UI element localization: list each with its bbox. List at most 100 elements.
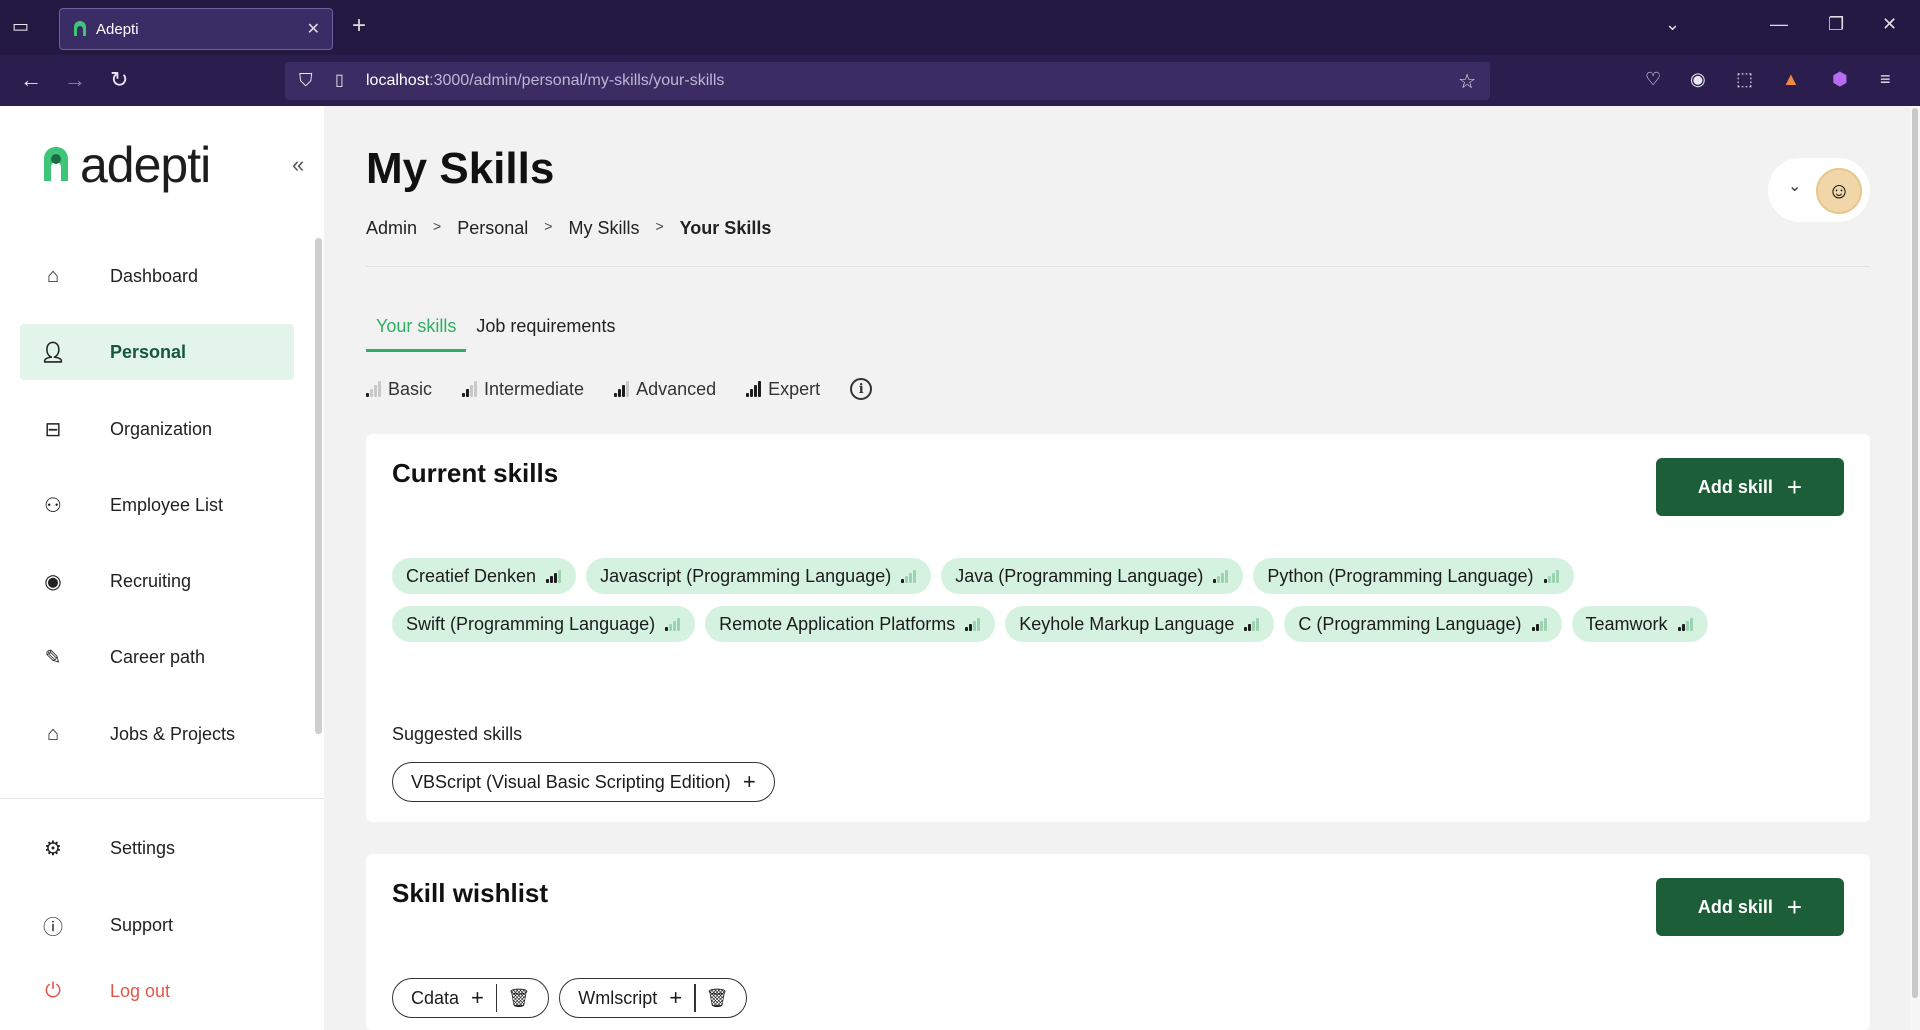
plus-icon: + xyxy=(1786,891,1803,922)
skill-chip[interactable]: Teamwork xyxy=(1571,606,1708,642)
suggested-skill-chip[interactable]: VBScript (Visual Basic Scripting Edition… xyxy=(392,762,775,802)
level-bar xyxy=(754,385,758,397)
level-bar xyxy=(1256,617,1260,631)
level-bar xyxy=(558,569,562,583)
sidebar-item-logout[interactable]: ⏻ Log out xyxy=(20,963,294,1019)
level-bar xyxy=(1221,572,1225,583)
sidebar-item-label: Dashboard xyxy=(110,265,199,286)
page-scrollbar-thumb[interactable] xyxy=(1912,108,1918,998)
account-icon[interactable]: ◉ xyxy=(1690,69,1706,90)
sidebar-item-dashboard[interactable]: ⌂ Dashboard xyxy=(20,248,294,304)
users-icon: ⚇ xyxy=(44,494,62,517)
level-bar xyxy=(1543,578,1547,583)
collapse-sidebar-icon[interactable]: « xyxy=(292,152,304,178)
plus-icon[interactable]: + xyxy=(471,985,484,1011)
sidebar-item-personal[interactable]: 👤︎ Personal xyxy=(20,324,294,380)
menu-icon[interactable]: ≡ xyxy=(1880,69,1891,90)
level-advanced: Advanced xyxy=(614,379,716,400)
extensions-icon[interactable]: ⬚ xyxy=(1736,69,1753,90)
page-icon: ▯ xyxy=(335,72,344,89)
sidebar-item-recruiting[interactable]: ◉ Recruiting xyxy=(20,553,294,609)
skill-chip[interactable]: C (Programming Language) xyxy=(1284,606,1562,642)
level-bar xyxy=(546,578,550,583)
sidebar-item-career-path[interactable]: ✎ Career path xyxy=(20,629,294,685)
back-icon[interactable]: ← xyxy=(20,67,42,93)
sidebar-scrollbar[interactable] xyxy=(315,238,322,734)
page-scrollbar[interactable] xyxy=(1910,106,1920,1030)
add-skill-button[interactable]: Add skill + xyxy=(1656,458,1844,516)
url-bar[interactable]: ⛉ ▯ localhost:3000/admin/personal/my-ski… xyxy=(285,62,1490,100)
forward-icon[interactable]: → xyxy=(64,67,86,93)
trash-icon[interactable]: 🗑︎ xyxy=(507,988,530,1009)
suggested-skill-label: VBScript (Visual Basic Scripting Edition… xyxy=(411,771,731,792)
adepti-favicon-icon xyxy=(74,21,86,36)
skill-chip[interactable]: Remote Application Platforms xyxy=(705,606,996,642)
minimize-icon[interactable]: — xyxy=(1770,14,1788,35)
plus-icon[interactable]: + xyxy=(743,769,756,795)
breadcrumb-my-skills[interactable]: My Skills xyxy=(568,218,639,239)
skill-chip[interactable]: Creatief Denken xyxy=(392,558,577,594)
level-bar xyxy=(913,569,917,583)
new-tab-icon[interactable]: + xyxy=(352,12,366,40)
adepti-logo-icon xyxy=(44,147,68,181)
restore-icon[interactable]: ❐ xyxy=(1828,14,1844,35)
level-bar xyxy=(746,393,750,397)
level-bar xyxy=(1225,569,1229,583)
sidebar-item-jobs-projects[interactable]: ⌂ Jobs & Projects xyxy=(20,706,294,762)
level-bar xyxy=(374,385,377,397)
level-bar xyxy=(466,389,470,397)
plus-icon[interactable]: + xyxy=(669,985,682,1011)
level-bar xyxy=(1248,623,1252,631)
level-bar xyxy=(1535,623,1539,631)
close-tab-icon[interactable]: ✕ xyxy=(307,19,320,39)
tab-list-icon[interactable]: ▭ xyxy=(12,16,38,40)
sidebar-item-employee-list[interactable]: ⚇ Employee List xyxy=(20,477,294,533)
level-bar xyxy=(1213,578,1217,583)
sidebar-item-label: Log out xyxy=(110,980,171,1001)
skill-chip[interactable]: Keyhole Markup Language xyxy=(1005,606,1275,642)
tab-your-skills[interactable]: Your skills xyxy=(366,306,467,352)
extension-hex-icon[interactable]: ⬢ xyxy=(1832,69,1848,90)
level-bars-icon xyxy=(965,617,981,631)
level-bar xyxy=(669,623,673,631)
shield-icon[interactable]: ⛉ xyxy=(299,70,313,91)
tab-overflow-icon[interactable]: ⌄ xyxy=(1665,14,1680,35)
reload-icon[interactable]: ↻ xyxy=(110,67,128,93)
breadcrumb-personal[interactable]: Personal xyxy=(457,218,528,239)
main-content: My Skills Admin > Personal > My Skills >… xyxy=(324,106,1910,1030)
tab-job-requirements[interactable]: Job requirements xyxy=(466,306,625,352)
wishlist-skill-chip[interactable]: Cdata + 🗑︎ xyxy=(392,978,550,1018)
sidebar-item-support[interactable]: ⓘ Support xyxy=(20,897,294,953)
breadcrumb-admin[interactable]: Admin xyxy=(366,218,417,239)
close-window-icon[interactable]: ✕ xyxy=(1882,14,1897,35)
pocket-icon[interactable]: ♡ xyxy=(1645,69,1661,90)
trash-icon[interactable]: 🗑︎ xyxy=(706,988,729,1009)
url-text: localhost:3000/admin/personal/my-skills/… xyxy=(366,72,725,89)
skill-chip-label: Python (Programming Language) xyxy=(1267,565,1534,586)
skill-chip[interactable]: Python (Programming Language) xyxy=(1253,558,1574,594)
extension-fox-icon[interactable]: ▲ xyxy=(1782,69,1800,90)
level-bars-icon xyxy=(462,381,478,397)
level-legend: Basic Intermediate Advanced Expert i xyxy=(366,378,873,400)
chevron-down-icon[interactable]: ⌄ xyxy=(1788,176,1801,196)
user-menu[interactable]: ⌄ ☺ xyxy=(1768,158,1870,222)
wishlist-skill-chip[interactable]: Wmlscript + 🗑︎ xyxy=(559,978,748,1018)
browser-tab[interactable]: Adepti ✕ xyxy=(59,8,333,50)
level-bar xyxy=(626,381,630,397)
skill-chip[interactable]: Javascript (Programming Language) xyxy=(586,558,932,594)
level-bar xyxy=(1531,626,1535,631)
avatar[interactable]: ☺ xyxy=(1816,168,1862,214)
info-icon[interactable]: i xyxy=(850,378,873,400)
add-wishlist-skill-button[interactable]: Add skill + xyxy=(1656,878,1844,936)
sidebar-item-settings[interactable]: ⚙ Settings xyxy=(20,820,294,876)
skill-chip[interactable]: Swift (Programming Language) xyxy=(392,606,696,642)
sidebar-divider xyxy=(0,798,324,799)
sidebar-item-label: Settings xyxy=(110,837,176,858)
level-bars-icon xyxy=(1213,569,1229,583)
skill-chip[interactable]: Java (Programming Language) xyxy=(941,558,1244,594)
sidebar-item-organization[interactable]: ⊟ Organization xyxy=(20,401,294,457)
level-bar xyxy=(1685,620,1689,631)
level-bar xyxy=(969,623,973,631)
logo[interactable]: adepti xyxy=(40,136,211,194)
bookmark-star-icon[interactable]: ☆ xyxy=(1458,69,1476,94)
